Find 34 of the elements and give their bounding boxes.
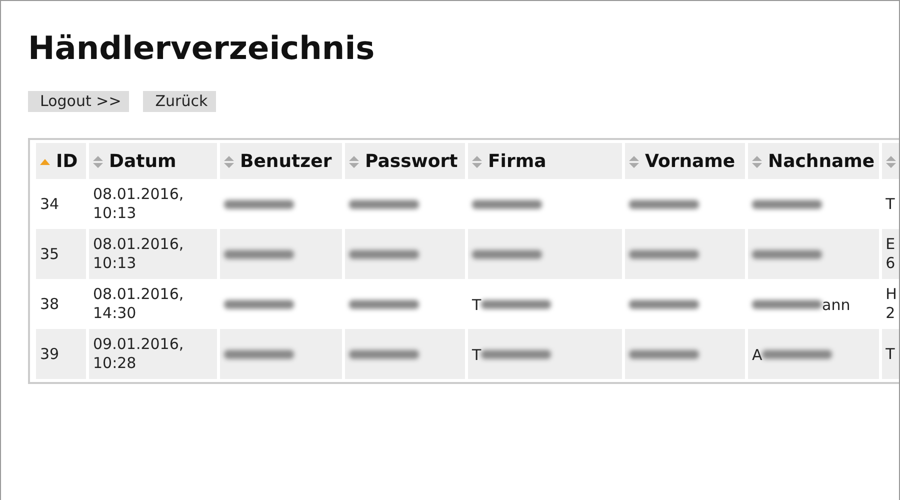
table-cell: T [886,194,896,214]
column-header[interactable]: Datum [89,143,217,179]
table-cell: E 6 [886,235,896,273]
table-cell-text: 08.01.2016, 10:13 [93,235,185,273]
table-cell-text: 08.01.2016, 10:13 [93,185,185,223]
column-header[interactable]: Passwort [345,143,465,179]
column-header[interactable]: Benutzer [220,143,342,179]
logout-button[interactable]: Logout >> [28,91,130,112]
sort-icon[interactable] [752,154,762,169]
table-cell-text: 08.01.2016, 14:30 [93,285,185,323]
table-cell: ann [822,295,850,314]
column-header[interactable]: ID [36,143,86,179]
back-button[interactable]: Zurück [143,91,216,112]
sort-ascending-icon[interactable] [40,158,50,165]
column-header[interactable]: Nachname [748,143,879,179]
sort-icon[interactable] [629,154,639,169]
sort-icon[interactable] [224,154,234,169]
column-header[interactable]: Vorname [625,143,745,179]
table-cell: T [472,295,482,314]
sort-icon[interactable] [886,154,896,169]
sort-icon[interactable] [349,154,359,169]
table-cell: T [886,344,896,364]
sort-icon[interactable] [93,154,103,169]
table-cell: 39 [40,344,60,364]
table-cell-text: 09.01.2016, 10:28 [93,335,185,373]
table-cell: 38 [40,294,60,314]
table-cell: H 2 [886,285,896,323]
column-header[interactable]: Firma [468,143,622,179]
table-cell: 35 [40,244,60,264]
page-title: Händlerverzeichnis [28,29,376,67]
sort-icon[interactable] [472,154,482,169]
table-cell: T [472,345,482,364]
table-cell: A [752,345,762,364]
table-cell: 34 [40,194,60,214]
